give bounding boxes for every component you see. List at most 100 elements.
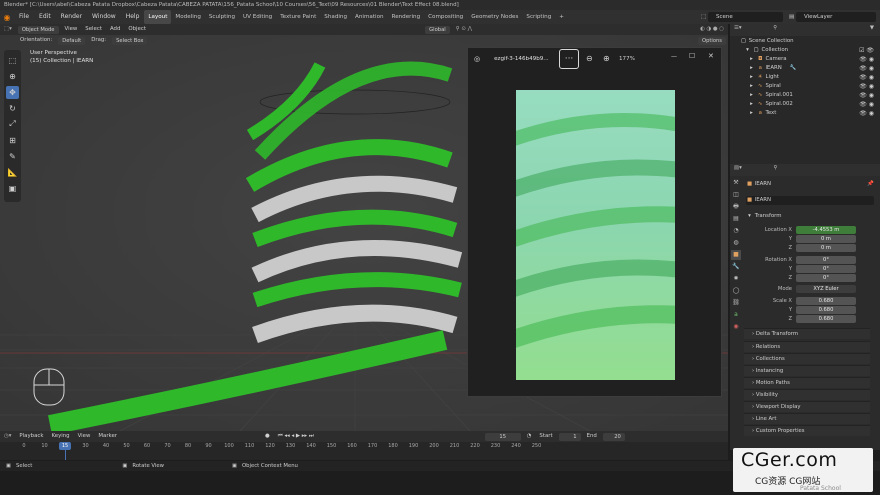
annotate-tool-icon[interactable]: ✎	[6, 150, 19, 163]
cursor-tool-icon[interactable]: ⊕	[6, 70, 19, 83]
menu-window[interactable]: Window	[87, 10, 121, 24]
menu-timeline-view[interactable]: View	[74, 431, 95, 442]
current-frame-field[interactable]: 15	[484, 432, 521, 441]
view-layer-tab-icon[interactable]: ▤	[731, 214, 741, 224]
outliner-item-spiral-002[interactable]: ▸ ∿ Spiral.002 👁 ◉	[748, 100, 880, 109]
workspace-tab-layout[interactable]: Layout	[144, 10, 172, 24]
move-tool-icon[interactable]: ✥	[6, 85, 19, 99]
outliner-item-spiral[interactable]: ▸ ∿ Spiral 👁 ◉	[748, 82, 880, 91]
menu-object[interactable]: Object	[124, 24, 150, 35]
menu-view[interactable]: View	[61, 24, 82, 35]
more-options-button[interactable]: ···	[559, 49, 579, 69]
material-tab-icon[interactable]: ◉	[731, 322, 741, 332]
menu-help[interactable]: Help	[121, 10, 145, 24]
menu-edit[interactable]: Edit	[34, 10, 56, 24]
outliner-item-spiral-001[interactable]: ▸ ∿ Spiral.001 👁 ◉	[748, 91, 880, 100]
panel-visibility[interactable]: › Visibility	[744, 389, 870, 400]
outliner-item-light[interactable]: ▸ ☀ Light 👁 ◉	[748, 73, 880, 82]
menu-keying[interactable]: Keying	[47, 431, 73, 442]
drag-dropdown[interactable]: Select Box	[112, 36, 148, 45]
physics-tab-icon[interactable]: ◯	[731, 286, 741, 296]
orientation-dropdown[interactable]: Default	[58, 36, 86, 45]
measure-tool-icon[interactable]: 📐	[6, 166, 19, 179]
location-z-field[interactable]: 0 m	[796, 244, 856, 252]
outliner-item-text[interactable]: ▸ a Text 👁 ◉	[748, 109, 880, 118]
scene-tab-icon[interactable]: ◔	[731, 226, 741, 236]
add-cube-tool-icon[interactable]: ▣	[6, 182, 19, 195]
location-y-field[interactable]: 0 m	[796, 235, 856, 243]
panel-delta-transform[interactable]: › Delta Transform	[744, 328, 870, 339]
timeline-ruler[interactable]: 0102030405060708090100110120130140150160…	[0, 442, 728, 451]
workspace-tab-scripting[interactable]: Scripting	[522, 10, 555, 24]
end-frame-field[interactable]: 20	[602, 432, 625, 441]
outliner-panel[interactable]: ☰▾ ⚲ ▼ ▢ Scene Collection ▾ ▢ Collection…	[730, 24, 880, 164]
tool-tab-icon[interactable]: ⚒	[731, 178, 741, 188]
timeline-area[interactable]: 0102030405060708090100110120130140150160…	[0, 442, 728, 460]
rotation-z-field[interactable]: 0°	[796, 274, 856, 282]
panel-instancing[interactable]: › Instancing	[744, 365, 870, 376]
maximize-button[interactable]: ☐	[689, 52, 695, 60]
start-frame-field[interactable]: 1	[558, 432, 581, 441]
record-icon[interactable]: ●	[261, 431, 274, 442]
learn-visibility-icon[interactable]: 👁 ◉	[859, 64, 874, 73]
properties-search-icon[interactable]: ⚲	[774, 165, 778, 171]
panel-relations[interactable]: › Relations	[744, 341, 870, 352]
scale-y-field[interactable]: 0.680	[796, 306, 856, 314]
scale-z-field[interactable]: 0.680	[796, 315, 856, 323]
menu-render[interactable]: Render	[56, 10, 87, 24]
world-tab-icon[interactable]: ◍	[731, 238, 741, 248]
object-tab-icon[interactable]: ■	[731, 250, 741, 260]
panel-motion-paths[interactable]: › Motion Paths	[744, 377, 870, 388]
timeline-editor-icon[interactable]: ◷▾	[0, 431, 15, 442]
rotation-x-field[interactable]: 0°	[796, 256, 856, 264]
scale-tool-icon[interactable]: ⤢	[6, 118, 19, 131]
scene-selector[interactable]: ⬚ Scene	[701, 12, 783, 22]
playback-controls-icon[interactable]: ⏮ ◂◂ ◂ ▶ ▸▸ ⏭	[274, 431, 318, 442]
rotation-y-field[interactable]: 0°	[796, 265, 856, 273]
camera-visibility-icon[interactable]: 👁 ◉	[859, 55, 874, 64]
overlay-icons[interactable]: ◐ ◑ ● ○	[696, 24, 728, 35]
pin-icon[interactable]: 📌	[867, 180, 874, 189]
workspace-tab-rendering[interactable]: Rendering	[388, 10, 425, 24]
collection-visibility-icon[interactable]: ☑ 👁	[859, 46, 874, 55]
options-dropdown[interactable]: Options	[697, 36, 726, 45]
zoom-in-icon[interactable]: ⊕	[603, 54, 610, 63]
spiral-visibility-icon[interactable]: 👁 ◉	[859, 82, 874, 91]
add-workspace-button[interactable]: +	[555, 10, 568, 24]
workspace-tab-shading[interactable]: Shading	[320, 10, 351, 24]
view-layer-selector[interactable]: ▤ ViewLayer	[789, 12, 876, 22]
workspace-tab-compositing[interactable]: Compositing	[424, 10, 467, 24]
workspace-tab-geometry-nodes[interactable]: Geometry Nodes	[467, 10, 522, 24]
panel-viewport-display[interactable]: › Viewport Display	[744, 401, 870, 412]
outliner-editor-icon[interactable]: ☰▾	[734, 25, 742, 31]
menu-file[interactable]: File	[14, 10, 34, 24]
menu-marker[interactable]: Marker	[94, 431, 121, 442]
minimize-button[interactable]: —	[671, 53, 677, 60]
text-visibility-icon[interactable]: 👁 ◉	[859, 109, 874, 118]
workspace-tab-sculpting[interactable]: Sculpting	[205, 10, 239, 24]
outliner-item-camera[interactable]: ▸ ◘ Camera 👁 ◉	[748, 55, 880, 64]
rotate-tool-icon[interactable]: ↻	[6, 102, 19, 115]
outliner-scene-collection[interactable]: ▢ Scene Collection	[740, 37, 794, 46]
particles-tab-icon[interactable]: ✸	[731, 274, 741, 284]
outliner-item-learn[interactable]: ▸ a lEARN 🔧 👁 ◉	[748, 64, 880, 73]
scale-x-field[interactable]: 0.680	[796, 297, 856, 305]
object-name-row[interactable]: ■ lEARN 📌	[746, 180, 880, 189]
render-tab-icon[interactable]: ◫	[731, 190, 741, 200]
transform-panel-header[interactable]: ▾ Transform	[746, 212, 874, 221]
panel-collections[interactable]: › Collections	[744, 353, 870, 364]
zoom-out-icon[interactable]: ⊖	[586, 54, 593, 63]
light-visibility-icon[interactable]: 👁 ◉	[859, 73, 874, 82]
constraints-tab-icon[interactable]: ⛓	[731, 298, 741, 308]
workspace-tab-modeling[interactable]: Modeling	[171, 10, 204, 24]
outliner-collection[interactable]: ▾ ▢ Collection ☑ 👁	[744, 46, 880, 55]
workspace-tab-texture-paint[interactable]: Texture Paint	[276, 10, 320, 24]
modifier-tab-icon[interactable]: 🔧	[731, 262, 741, 272]
menu-add[interactable]: Add	[106, 24, 124, 35]
mode-dropdown[interactable]: Object Mode	[17, 25, 59, 34]
panel-custom-properties[interactable]: › Custom Properties	[744, 425, 870, 436]
select-box-tool-icon[interactable]: ⬚	[6, 54, 19, 67]
transform-tool-icon[interactable]: ⊞	[6, 134, 19, 147]
data-tab-icon[interactable]: a	[731, 310, 741, 320]
location-x-field[interactable]: -4.4553 m	[796, 226, 856, 234]
